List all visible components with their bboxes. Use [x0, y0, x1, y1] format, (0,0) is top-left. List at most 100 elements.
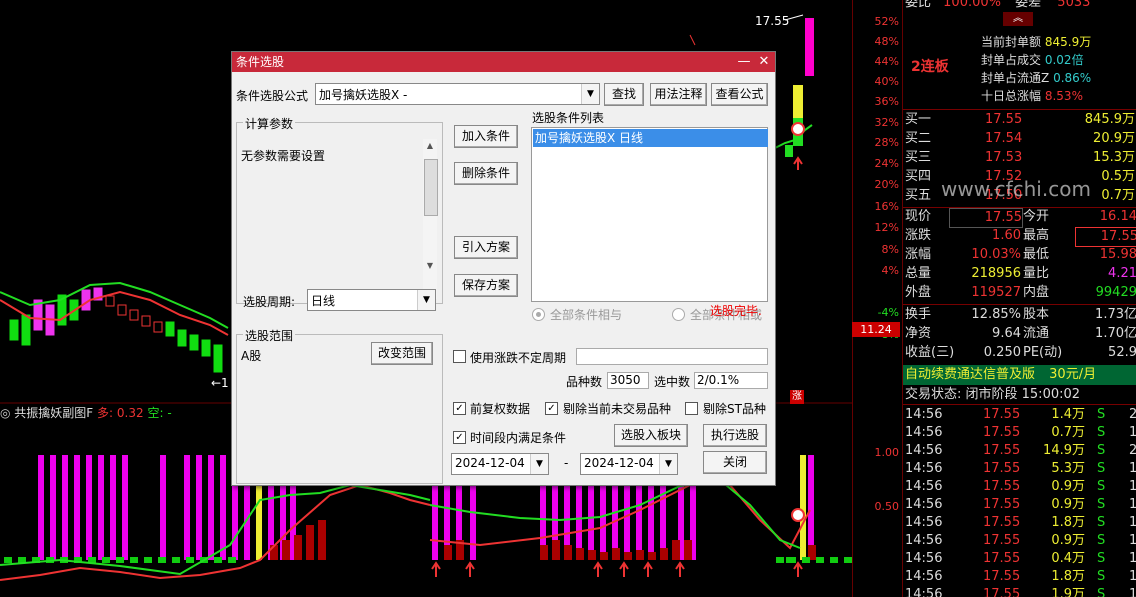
- fq-checkbox[interactable]: ✓: [453, 402, 466, 415]
- volume-bar: [660, 548, 668, 560]
- close-button[interactable]: 关闭: [703, 451, 767, 474]
- period-label: 选股周期:: [243, 295, 296, 309]
- baseline-square: [144, 557, 152, 563]
- fin-value: 9.64: [992, 326, 1021, 341]
- indicator-title: 共振擒妖副图F: [14, 406, 94, 420]
- buy-volume: 845.9万: [1084, 112, 1135, 127]
- tick-count: 1: [1129, 568, 1136, 586]
- date-to-picker[interactable]: 2024-12-04 ▼: [580, 453, 678, 475]
- condition-list[interactable]: 加号擒妖选股X 日线: [531, 127, 768, 302]
- fin-label: 流通: [1023, 326, 1050, 341]
- condition-list-item[interactable]: 加号擒妖选股X 日线: [533, 129, 768, 147]
- scroll-thumb[interactable]: [424, 159, 438, 216]
- delete-condition-button[interactable]: 删除条件: [454, 162, 518, 185]
- add-condition-button[interactable]: 加入条件: [454, 125, 518, 148]
- ad-banner[interactable]: 自动续费通达信普及版 30元/月: [903, 365, 1136, 385]
- chevron-down-icon[interactable]: ▼: [417, 290, 435, 310]
- find-button[interactable]: 查找: [604, 83, 644, 106]
- execute-select-button[interactable]: 执行选股: [703, 424, 767, 447]
- tick-price: 17.55: [983, 497, 1021, 512]
- params-scrollbar[interactable]: ▲ ▼: [423, 139, 438, 299]
- save-plan-button[interactable]: 保存方案: [454, 274, 518, 297]
- fin-label: PE(动): [1023, 345, 1063, 360]
- plus-marker-icon: [791, 508, 805, 522]
- indicator-bar: [62, 455, 68, 560]
- remove-untraded-checkbox[interactable]: ✓: [545, 402, 558, 415]
- tick-time: 14:56: [905, 443, 943, 458]
- dialog-titlebar[interactable]: 条件选股 — ✕: [232, 52, 775, 72]
- selected-label: 选中数: [654, 375, 691, 389]
- quote-value: 17.55: [1075, 227, 1136, 247]
- indicator-bar: [98, 455, 104, 560]
- axis-pct-label: 16%: [874, 200, 899, 213]
- quote-value: 99429: [1095, 285, 1136, 300]
- quote-value: 17.55: [949, 208, 1023, 228]
- axis-pct-label: 48%: [874, 35, 899, 48]
- info-value: 0.02倍: [1044, 53, 1084, 67]
- radio-or[interactable]: [672, 308, 685, 321]
- range-group-label: 选股范围: [243, 327, 296, 344]
- radio-and[interactable]: [532, 308, 545, 321]
- import-plan-button[interactable]: 引入方案: [454, 236, 518, 259]
- indicator-bar: [110, 455, 116, 560]
- collapse-icon[interactable]: ︽: [1003, 12, 1033, 26]
- calendar-dropdown-icon[interactable]: ▼: [659, 454, 677, 474]
- tick-volume: 14.9万: [1043, 443, 1085, 458]
- to-block-button[interactable]: 选股入板块: [614, 424, 688, 447]
- tick-side: S: [1097, 569, 1106, 584]
- chevron-down-icon[interactable]: ▼: [581, 84, 599, 104]
- candle: [189, 334, 199, 351]
- volume-bar: [282, 540, 290, 560]
- condition-select-dialog[interactable]: 条件选股 — ✕ 条件选股公式 加号擒妖选股X - ▼ 查找 用法注释 查看公式…: [231, 51, 776, 486]
- minimize-icon[interactable]: —: [736, 54, 752, 70]
- volume-bar: [444, 545, 452, 560]
- date-from-picker[interactable]: 2024-12-04 ▼: [451, 453, 549, 475]
- volume-bar: [672, 540, 680, 560]
- tick-volume: 0.4万: [1051, 551, 1085, 566]
- tick-count: 1: [1129, 496, 1136, 514]
- buy-volume: 20.9万: [1093, 131, 1135, 146]
- axis-pct-label: -4%: [877, 306, 899, 319]
- close-icon[interactable]: ✕: [756, 54, 772, 70]
- formula-value: 加号擒妖选股X -: [319, 88, 408, 102]
- indicator-duo-label: 多:: [97, 406, 114, 420]
- tick-volume: 0.7万: [1051, 425, 1085, 440]
- up-arrow-icon: [619, 561, 629, 577]
- params-group: 计算参数 无参数需要设置 ▲ ▼ 选股周期: 日线 ▼: [236, 115, 443, 311]
- fq-label: 前复权数据: [470, 402, 531, 416]
- scroll-down-icon[interactable]: ▼: [423, 259, 437, 273]
- use-period-checkbox[interactable]: [453, 350, 466, 363]
- timerange-checkbox[interactable]: ✓: [453, 431, 466, 444]
- candle: [213, 344, 223, 373]
- lower-axis-label-1: 1.00: [874, 446, 900, 459]
- period-input[interactable]: [576, 348, 768, 365]
- quote-label: 外盘: [905, 285, 932, 300]
- fin-label: 净资: [905, 326, 932, 341]
- baseline-square: [116, 557, 124, 563]
- formula-select[interactable]: 加号擒妖选股X - ▼: [315, 83, 600, 105]
- change-range-button[interactable]: 改变范围: [371, 342, 433, 365]
- tick-price: 17.55: [983, 479, 1021, 494]
- baseline-square: [816, 557, 824, 563]
- tick-side: S: [1097, 425, 1106, 440]
- timerange-label: 时间段内满足条件: [470, 431, 567, 445]
- ad-text: 自动续费通达信普及版: [905, 367, 1036, 382]
- tick-volume: 1.4万: [1051, 407, 1085, 422]
- remove-st-checkbox[interactable]: [685, 402, 698, 415]
- usage-notes-button[interactable]: 用法注释: [650, 83, 707, 106]
- buy-price: 17.55: [985, 112, 1023, 127]
- axis-pct-label: 4%: [881, 264, 899, 277]
- tick-time: 14:56: [905, 461, 943, 476]
- scroll-up-icon[interactable]: ▲: [423, 139, 437, 153]
- info-row: 封单占流通Z 0.86%: [981, 69, 1091, 87]
- calendar-dropdown-icon[interactable]: ▼: [530, 454, 548, 474]
- tick-side: S: [1097, 479, 1106, 494]
- indicator-bar: [38, 455, 44, 560]
- period-select[interactable]: 日线 ▼: [307, 289, 436, 311]
- quote-label: 现价: [905, 209, 932, 224]
- view-formula-button[interactable]: 查看公式: [711, 83, 768, 106]
- quote-label: 最低: [1023, 247, 1050, 262]
- tick-count: 1: [1129, 514, 1136, 532]
- quote-value: 10.03%: [971, 247, 1021, 262]
- price-axis: 52% 48% 44% 40% 36% 32% 28% 24% 20% 16% 12% 8% 4% -4%…: [852, 0, 903, 597]
